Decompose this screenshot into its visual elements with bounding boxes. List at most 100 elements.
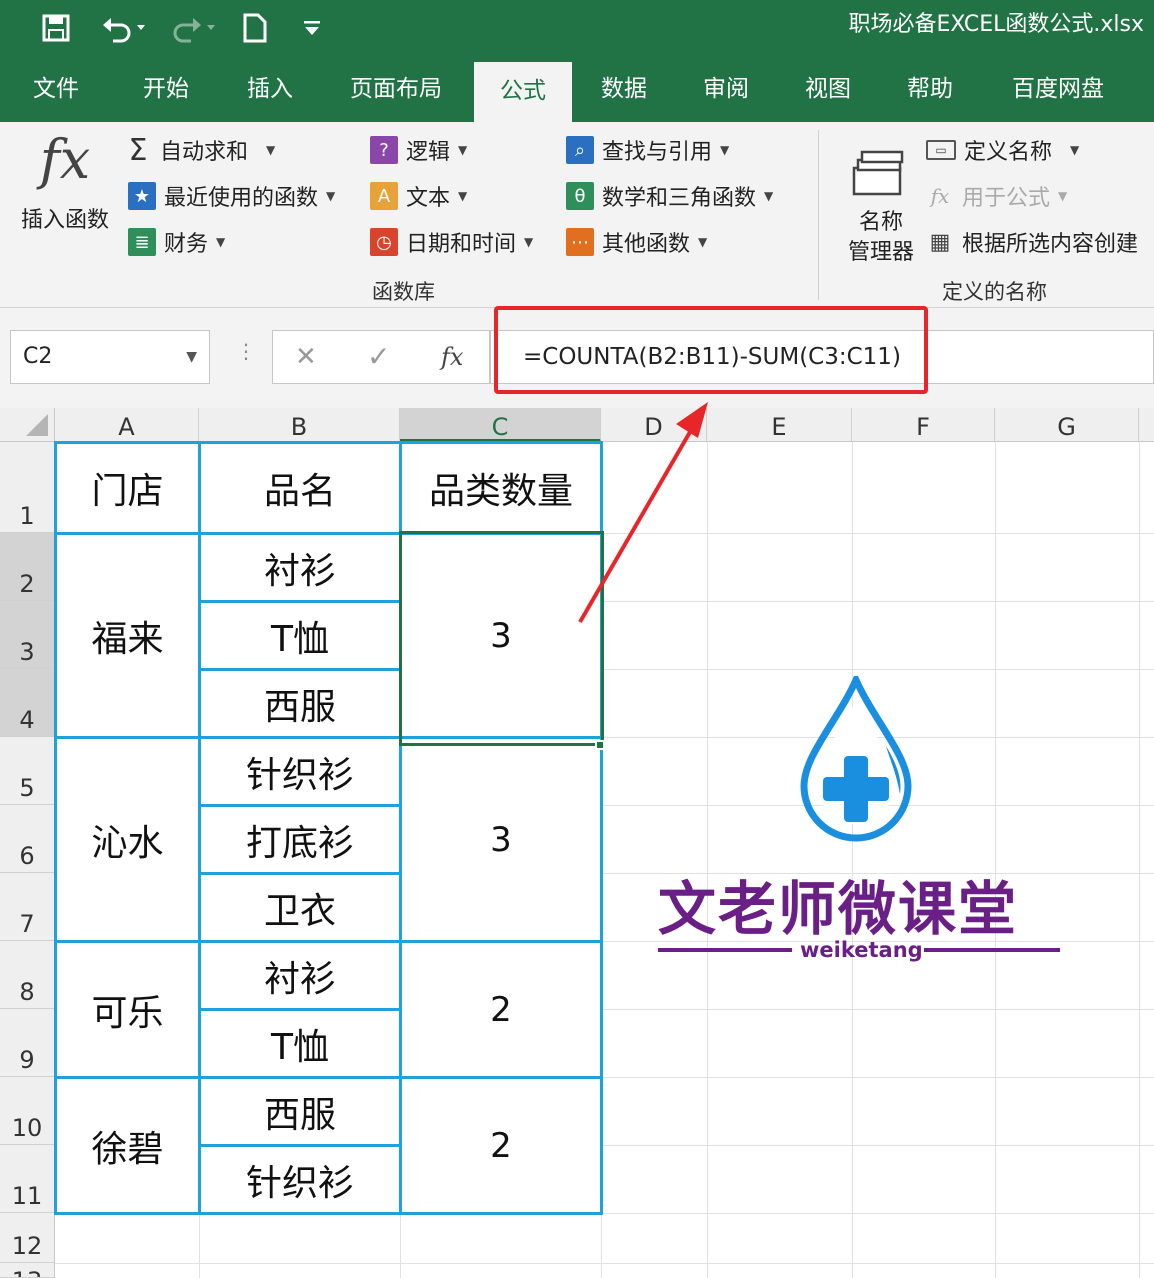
- row-header-9[interactable]: 9: [0, 1009, 55, 1077]
- header-cell-product[interactable]: 品名: [198, 441, 402, 535]
- row-header-1[interactable]: 1: [0, 442, 55, 533]
- chevron-down-icon: ▼: [216, 235, 226, 249]
- financial-button[interactable]: ≣ 财务 ▼: [128, 224, 225, 260]
- product-cell[interactable]: 针织衫: [198, 736, 402, 807]
- product-cell[interactable]: 针织衫: [198, 1144, 402, 1215]
- column-header-g[interactable]: G: [995, 408, 1139, 442]
- tab-page-layout[interactable]: 页面布局: [336, 60, 456, 122]
- watermark-line-left: [658, 948, 792, 952]
- product-cell[interactable]: 西服: [198, 668, 402, 739]
- spreadsheet-grid[interactable]: A B C D E F G 1 2 3 4 5 6 7 8 9 10 11 12…: [0, 408, 1154, 1278]
- formula-input[interactable]: =COUNTA(B2:B11)-SUM(C3:C11): [490, 330, 1154, 384]
- row-header-11[interactable]: 11: [0, 1145, 55, 1213]
- tab-formulas[interactable]: 公式: [474, 62, 572, 122]
- chevron-down-icon: ▼: [524, 235, 534, 249]
- column-header-e[interactable]: E: [707, 408, 852, 442]
- customize-icon[interactable]: [296, 10, 328, 46]
- undo-icon[interactable]: [96, 10, 152, 46]
- new-doc-icon[interactable]: [238, 10, 272, 46]
- recent-functions-button[interactable]: ★ 最近使用的函数 ▼: [128, 178, 335, 214]
- more-functions-button[interactable]: ⋯ 其他函数 ▼: [566, 224, 707, 260]
- tab-data[interactable]: 数据: [582, 60, 666, 122]
- insert-function-button[interactable]: fx 插入函数: [10, 128, 120, 238]
- row-header-7[interactable]: 7: [0, 873, 55, 941]
- row-header-8[interactable]: 8: [0, 941, 55, 1009]
- insert-function-icon[interactable]: fx: [441, 331, 463, 383]
- tab-file[interactable]: 文件: [14, 60, 98, 122]
- row-header-2[interactable]: 2: [0, 533, 55, 601]
- tab-baidu-netdisk[interactable]: 百度网盘: [998, 60, 1118, 122]
- row-header-6[interactable]: 6: [0, 805, 55, 873]
- datetime-button[interactable]: ◷ 日期和时间 ▼: [370, 224, 533, 260]
- lookup-reference-button[interactable]: ⌕ 查找与引用 ▼: [566, 132, 729, 168]
- enter-check-icon[interactable]: ✓: [367, 331, 390, 383]
- chevron-down-icon: ▼: [458, 143, 468, 157]
- name-manager-button[interactable]: 名称 管理器: [836, 136, 926, 266]
- column-header-h[interactable]: [1139, 408, 1154, 442]
- column-header-c[interactable]: C: [400, 408, 601, 442]
- select-all-button[interactable]: [0, 408, 55, 442]
- tab-home[interactable]: 开始: [124, 60, 208, 122]
- header-cell-store[interactable]: 门店: [54, 441, 201, 535]
- tag-icon: ▭: [926, 140, 956, 160]
- document-title: 职场必备EXCEL函数公式.xlsx: [848, 12, 1145, 37]
- header-cell-category-count[interactable]: 品类数量: [399, 441, 603, 535]
- define-name-button[interactable]: ▭ 定义名称 ▼: [926, 132, 1079, 168]
- store-cell[interactable]: 徐碧: [54, 1076, 201, 1215]
- count-cell[interactable]: 2: [399, 1076, 603, 1215]
- save-icon[interactable]: [36, 10, 76, 46]
- store-cell[interactable]: 可乐: [54, 940, 201, 1079]
- watermark-subtitle: weiketang: [800, 938, 923, 962]
- defined-names-group-label: 定义的名称: [942, 280, 1047, 304]
- fx-small-icon: fx: [930, 184, 950, 208]
- row-header-4[interactable]: 4: [0, 669, 55, 737]
- row-header-10[interactable]: 10: [0, 1077, 55, 1145]
- create-from-selection-button[interactable]: ▦ 根据所选内容创建: [926, 224, 1138, 260]
- count-cell[interactable]: 3: [399, 532, 603, 739]
- product-cell[interactable]: T恤: [198, 1008, 402, 1079]
- column-header-b[interactable]: B: [199, 408, 400, 442]
- product-cell[interactable]: T恤: [198, 600, 402, 671]
- logical-button[interactable]: ? 逻辑 ▼: [370, 132, 467, 168]
- row-header-3[interactable]: 3: [0, 601, 55, 669]
- tab-review[interactable]: 审阅: [684, 60, 768, 122]
- redo-icon[interactable]: [168, 10, 220, 46]
- fill-handle[interactable]: [595, 740, 605, 750]
- tab-help[interactable]: 帮助: [888, 60, 972, 122]
- store-cell[interactable]: 沁水: [54, 736, 201, 943]
- column-header-a[interactable]: A: [55, 408, 199, 442]
- theta-book-icon: θ: [566, 182, 594, 210]
- product-cell[interactable]: 打底衫: [198, 804, 402, 875]
- tab-insert[interactable]: 插入: [228, 60, 312, 122]
- product-cell[interactable]: 西服: [198, 1076, 402, 1147]
- text-a-icon: A: [370, 182, 398, 210]
- math-trig-button[interactable]: θ 数学和三角函数 ▼: [566, 178, 773, 214]
- name-box[interactable]: C2 ▼: [10, 330, 210, 384]
- tab-view[interactable]: 视图: [786, 60, 870, 122]
- autosum-button[interactable]: Σ 自动求和 ▼: [124, 132, 276, 168]
- cancel-icon[interactable]: ✕: [295, 331, 317, 383]
- water-drop-logo-icon: [800, 676, 912, 842]
- grid-select-icon: ▦: [929, 229, 951, 255]
- column-header-f[interactable]: F: [852, 408, 995, 442]
- product-cell[interactable]: 衬衫: [198, 940, 402, 1011]
- count-cell[interactable]: 3: [399, 736, 603, 943]
- column-header-d[interactable]: D: [601, 408, 707, 442]
- text-button[interactable]: A 文本 ▼: [370, 178, 467, 214]
- drag-handle-icon[interactable]: ⋮: [236, 341, 256, 361]
- row-header-12[interactable]: 12: [0, 1213, 55, 1263]
- row-header-13[interactable]: 13: [0, 1263, 55, 1278]
- sigma-icon: Σ: [128, 132, 148, 168]
- count-cell[interactable]: 2: [399, 940, 603, 1079]
- chevron-down-icon: ▼: [764, 189, 774, 203]
- function-library-group-label: 函数库: [372, 280, 435, 304]
- row-header-5[interactable]: 5: [0, 737, 55, 805]
- use-in-formula-button[interactable]: fx 用于公式 ▼: [926, 178, 1068, 214]
- product-cell[interactable]: 卫衣: [198, 872, 402, 943]
- store-cell[interactable]: 福来: [54, 532, 201, 739]
- formulas-ribbon: fx 插入函数 Σ 自动求和 ▼ ★ 最近使用的函数 ▼ ≣ 财务 ▼ ? 逻辑…: [0, 122, 1154, 308]
- book-icon: ≣: [128, 228, 156, 256]
- dots-book-icon: ⋯: [566, 228, 594, 256]
- product-cell[interactable]: 衬衫: [198, 532, 402, 603]
- formula-buttons: ✕ ✓ fx: [272, 330, 490, 384]
